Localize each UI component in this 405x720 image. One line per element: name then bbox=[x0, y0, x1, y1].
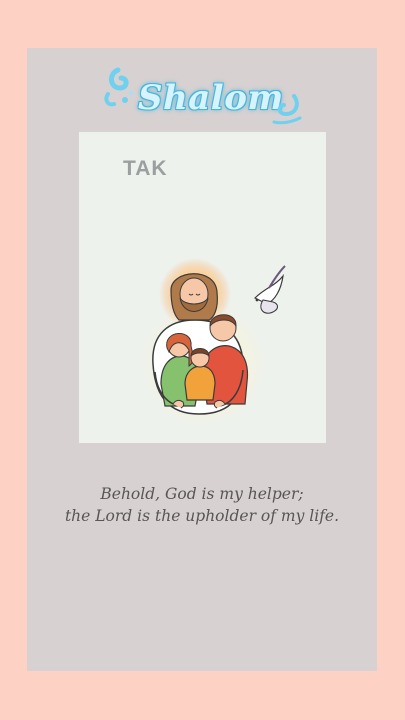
illustration-photo: TAK bbox=[79, 132, 326, 443]
watermark-text: TAK bbox=[123, 157, 168, 180]
verse-line-1: Behold, God is my helper; bbox=[100, 485, 304, 503]
water-swirl-icon bbox=[104, 67, 133, 107]
dove-icon bbox=[253, 265, 286, 314]
page-title: Shalom bbox=[138, 78, 284, 118]
bible-verse: Behold, God is my helper; the Lord is th… bbox=[27, 483, 377, 527]
verse-line-2: the Lord is the upholder of my life. bbox=[64, 507, 340, 525]
title-banner: Shalom bbox=[100, 66, 305, 132]
water-swirl-icon bbox=[272, 94, 302, 125]
family-illustration bbox=[141, 258, 286, 424]
